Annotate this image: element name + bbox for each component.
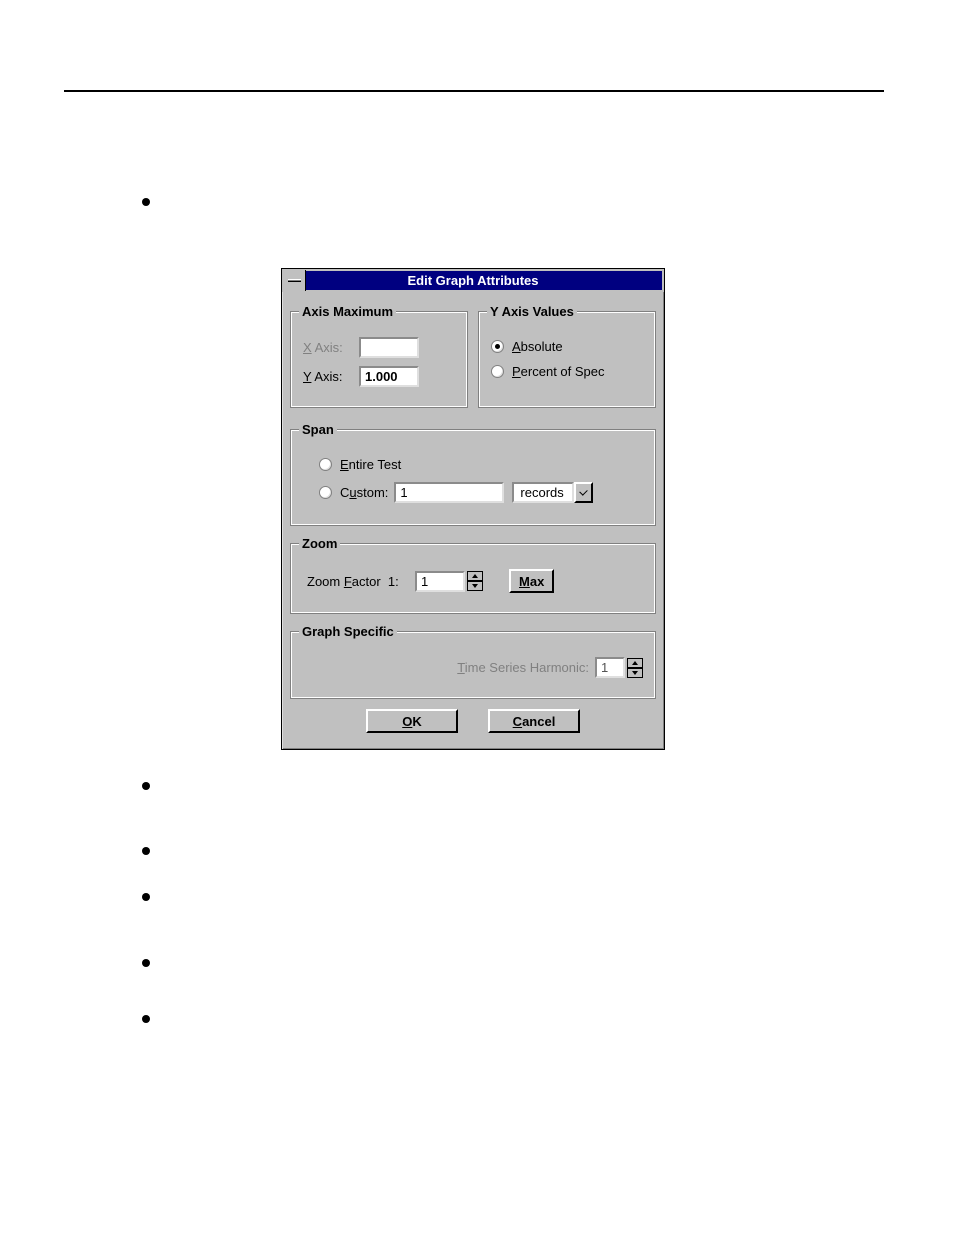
percent-label: Percent of Spec [512, 364, 605, 379]
custom-radio[interactable] [319, 486, 332, 499]
graph-specific-legend: Graph Specific [299, 624, 397, 639]
bullet [142, 959, 150, 967]
y-axis-values-group: Y Axis Values Absolute Percent of Spec [478, 304, 656, 408]
system-menu-button[interactable] [284, 270, 306, 291]
entire-test-radio-row[interactable]: Entire Test [319, 457, 643, 472]
zoom-spin-down[interactable] [467, 581, 483, 591]
chevron-down-icon [580, 487, 588, 495]
custom-label: Custom: [340, 485, 388, 500]
entire-test-label: Entire Test [340, 457, 401, 472]
harmonic-spin-up [627, 658, 643, 668]
arrow-up-icon [472, 574, 478, 578]
custom-value-input[interactable] [394, 482, 504, 503]
absolute-radio-row[interactable]: Absolute [491, 339, 643, 354]
time-series-harmonic-input [595, 657, 625, 678]
absolute-label: Absolute [512, 339, 563, 354]
zoom-spin-up[interactable] [467, 571, 483, 581]
dialog-buttons: OK Cancel [290, 709, 656, 733]
percent-radio[interactable] [491, 365, 504, 378]
bullet [142, 198, 150, 206]
zoom-group: Zoom Zoom Factor 1: Max [290, 536, 656, 614]
custom-unit-combobox[interactable]: records [512, 482, 593, 503]
time-series-harmonic-label: Time Series Harmonic: [457, 660, 589, 675]
zoom-legend: Zoom [299, 536, 340, 551]
percent-radio-row[interactable]: Percent of Spec [491, 364, 643, 379]
bullet [142, 782, 150, 790]
dialog-body: Axis Maximum X Axis: Y Axis: Y Axis Valu… [282, 292, 664, 749]
custom-unit-value: records [520, 485, 563, 500]
bullet [142, 847, 150, 855]
bullet [142, 893, 150, 901]
horizontal-rule [64, 90, 884, 92]
custom-radio-row[interactable]: Custom: records [319, 482, 643, 503]
entire-test-radio[interactable] [319, 458, 332, 471]
cancel-button[interactable]: Cancel [488, 709, 580, 733]
zoom-spinner[interactable] [467, 571, 483, 591]
zoom-factor-input[interactable] [415, 571, 465, 592]
custom-unit-dropdown-button[interactable] [574, 482, 593, 503]
titlebar-title: Edit Graph Attributes [306, 273, 662, 288]
y-axis-values-legend: Y Axis Values [487, 304, 577, 319]
x-axis-input [359, 337, 419, 358]
y-axis-input[interactable] [359, 366, 419, 387]
span-legend: Span [299, 422, 337, 437]
graph-specific-group: Graph Specific Time Series Harmonic: [290, 624, 656, 699]
harmonic-spin-down [627, 668, 643, 678]
bullet [142, 1015, 150, 1023]
ok-button[interactable]: OK [366, 709, 458, 733]
arrow-down-icon [472, 584, 478, 588]
zoom-factor-label: Zoom Factor 1: [307, 574, 415, 589]
span-group: Span Entire Test Custom: records [290, 422, 656, 526]
arrow-down-icon [632, 671, 638, 675]
axis-maximum-group: Axis Maximum X Axis: Y Axis: [290, 304, 468, 408]
y-axis-label: Y Axis: [303, 369, 359, 384]
page: Edit Graph Attributes Axis Maximum X Axi… [0, 0, 954, 1235]
arrow-up-icon [632, 661, 638, 665]
titlebar: Edit Graph Attributes [282, 269, 664, 292]
max-button[interactable]: Max [509, 569, 554, 593]
absolute-radio[interactable] [491, 340, 504, 353]
x-axis-label: X Axis: [303, 340, 359, 355]
axis-maximum-legend: Axis Maximum [299, 304, 396, 319]
edit-graph-attributes-dialog: Edit Graph Attributes Axis Maximum X Axi… [281, 268, 665, 750]
harmonic-spinner [627, 658, 643, 678]
